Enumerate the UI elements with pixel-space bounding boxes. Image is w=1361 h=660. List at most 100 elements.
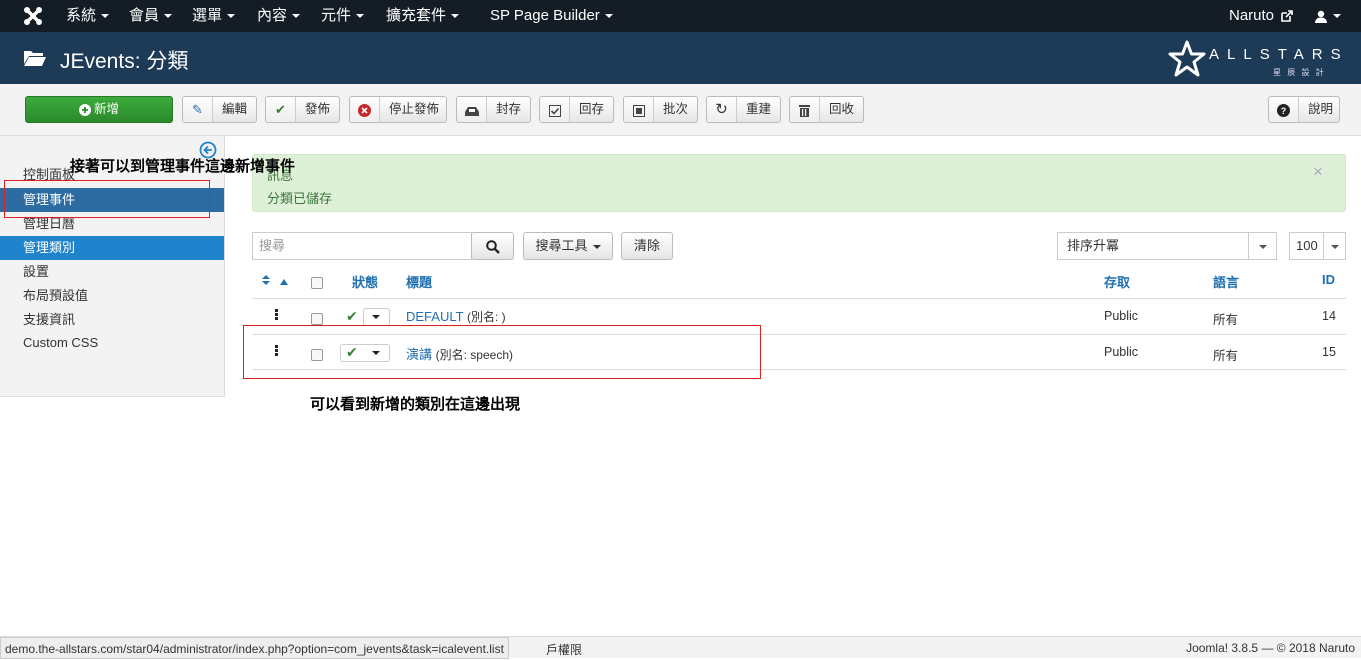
menu-label: 會員 [129, 7, 160, 24]
joomla-logo-icon[interactable] [22, 5, 44, 27]
access-cell: Public [1104, 345, 1139, 359]
limit-value: 100 [1296, 238, 1318, 253]
caret-down-icon [1333, 14, 1341, 19]
new-button[interactable]: 新增 [25, 96, 173, 123]
sidebar-item-layout-defaults[interactable]: 布局預設值 [0, 284, 224, 308]
batch-button[interactable]: 批次 [623, 96, 698, 123]
caret-down-icon [164, 14, 173, 19]
search-button[interactable] [471, 232, 514, 260]
page-title: JEvents: 分類 [60, 50, 189, 73]
archive-label: 封存 [496, 102, 522, 116]
title-column-header[interactable]: 標題 [406, 272, 432, 291]
ordering-column-header[interactable] [262, 273, 288, 288]
site-name: Naruto [1229, 7, 1275, 24]
row-checkbox[interactable] [311, 313, 323, 325]
search-input[interactable]: 搜尋 [252, 232, 472, 260]
sort-asc-icon [279, 279, 288, 285]
checkin-button[interactable]: 回存 [539, 96, 614, 123]
refresh-icon: ↻ [707, 97, 737, 122]
allstars-logo: ALLSTARS 星 辰 設 計 [1168, 40, 1344, 80]
sidebar-item-label: 設置 [23, 264, 50, 279]
annotation-highlight-box [243, 325, 761, 379]
clear-button[interactable]: 清除 [621, 232, 673, 260]
access-column-header[interactable]: 存取 [1104, 272, 1130, 291]
menu-content[interactable]: 內容 [257, 0, 301, 32]
caret-down-icon [356, 14, 365, 19]
close-icon[interactable]: × [1313, 162, 1323, 182]
question-icon: ? [1269, 97, 1299, 122]
rebuild-button[interactable]: ↻ 重建 [706, 96, 781, 123]
menu-label: 選單 [192, 7, 223, 24]
archive-button[interactable]: 封存 [456, 96, 531, 123]
menu-system[interactable]: 系統 [66, 0, 110, 32]
caret-down-icon [604, 14, 613, 19]
caret-down-icon [101, 14, 110, 19]
sort-icon [262, 275, 270, 285]
page-header: JEvents: 分類 ALLSTARS 星 辰 設 計 [0, 32, 1361, 84]
unpublish-label: 停止發佈 [389, 102, 440, 116]
user-menu[interactable] [1314, 0, 1341, 32]
id-cell: 15 [1322, 345, 1336, 359]
limit-select[interactable]: 100 [1289, 232, 1346, 260]
menu-users[interactable]: 會員 [129, 0, 173, 32]
search-placeholder: 搜尋 [259, 238, 286, 253]
caret-down-icon [1258, 244, 1267, 249]
check-icon: ✔ [266, 97, 296, 122]
publish-label: 發佈 [305, 102, 331, 116]
plus-circle-icon [78, 103, 91, 116]
status-column-header[interactable]: 狀態 [352, 272, 378, 291]
trash-icon [790, 97, 820, 122]
caret-down-icon [227, 14, 236, 19]
select-all-checkbox[interactable] [311, 277, 323, 289]
search-tools-button[interactable]: 搜尋工具 [523, 232, 613, 260]
sidebar-item-label: 管理類別 [23, 240, 76, 255]
edit-icon: ✎ [183, 97, 213, 122]
site-link[interactable]: Naruto [1229, 0, 1294, 32]
alert-message: 分類已儲存 [267, 191, 333, 206]
annotation-highlight-box [4, 180, 210, 218]
star-logo-icon [1168, 40, 1206, 77]
language-cell: 所有 [1213, 349, 1239, 363]
category-title-link[interactable]: DEFAULT [406, 309, 463, 324]
edit-button[interactable]: ✎ 編輯 [182, 96, 257, 123]
menu-extensions[interactable]: 擴充套件 [386, 0, 460, 32]
ordering-select[interactable]: 排序升冪 [1057, 232, 1277, 260]
trash-label: 回收 [829, 102, 855, 116]
toolbar: 新增 ✎ 編輯 ✔ 發佈 停止發佈 封存 回存 批次 ↻ 重建 回收 ? 說明 [0, 84, 1361, 136]
publish-toggle[interactable]: ✔ [346, 308, 390, 326]
external-link-icon [1281, 10, 1294, 22]
batch-label: 批次 [663, 102, 689, 116]
sidebar-item-custom-css[interactable]: Custom CSS [0, 331, 224, 355]
unpublish-button[interactable]: 停止發佈 [349, 96, 447, 123]
link-preview-url: demo.the-allstars.com/star04/administrat… [0, 637, 509, 659]
brand-subtitle: 星 辰 設 計 [1273, 68, 1326, 77]
sidebar-item-support[interactable]: 支援資訊 [0, 308, 224, 332]
publish-button[interactable]: ✔ 發佈 [265, 96, 340, 123]
menu-components[interactable]: 元件 [321, 0, 365, 32]
sidebar-item-manage-categories[interactable]: 管理類別 [0, 236, 224, 260]
checkin-label: 回存 [579, 102, 605, 116]
trash-button[interactable]: 回收 [789, 96, 864, 123]
rebuild-label: 重建 [746, 102, 772, 116]
id-column-header[interactable]: ID [1322, 272, 1335, 287]
annotation-note: 可以看到新增的類別在這邊出現 [310, 395, 521, 413]
language-column-header[interactable]: 語言 [1213, 272, 1239, 291]
menu-menus[interactable]: 選單 [192, 0, 236, 32]
sidebar-item-settings[interactable]: 設置 [0, 260, 224, 284]
sidebar-item-label: 布局預設值 [23, 288, 89, 303]
search-icon [485, 239, 500, 254]
unpublish-icon [350, 97, 380, 122]
ordering-value: 排序升冪 [1067, 238, 1120, 253]
version-text: Joomla! 3.8.5 — © 2018 Naruto [1186, 641, 1355, 655]
edit-label: 編輯 [222, 102, 248, 116]
drag-handle-icon[interactable] [275, 309, 279, 321]
user-icon [1315, 10, 1327, 23]
alias-text: (別名: ) [466, 310, 506, 324]
help-button[interactable]: ? 說明 [1268, 96, 1340, 123]
menu-sp-page-builder[interactable]: SP Page Builder [490, 0, 613, 32]
title-cell: DEFAULT (別名: ) [406, 308, 506, 325]
sidebar-item-label: 支援資訊 [23, 312, 76, 327]
caret-down-icon [592, 244, 601, 249]
batch-icon [624, 97, 654, 122]
status-bar: demo.the-allstars.com/star04/administrat… [0, 636, 1361, 659]
